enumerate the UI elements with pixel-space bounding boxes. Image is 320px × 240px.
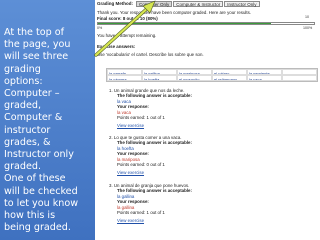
callout-line: graded. [4, 161, 42, 173]
callout-line: will see three [4, 51, 69, 63]
exercise-instruction: Use 'vocabulario' el cartel. Describe lo… [97, 52, 204, 57]
grading-option-instructor-only[interactable]: Instructor Only [224, 1, 260, 7]
score-scale-max-count: 10 [305, 15, 309, 19]
callout-line: the page, you [4, 39, 71, 51]
vocabulary-cell [282, 75, 317, 81]
callout-line: grades, & [4, 136, 51, 148]
grading-option-computer-only[interactable]: Computer Only [136, 1, 173, 7]
question-2: 2. Lo que te gusta comer a una vaca. The… [109, 135, 192, 176]
callout-line: grading [4, 63, 41, 75]
callout-line: graded, [4, 100, 42, 112]
attempts-remaining: You have 1 attempt remaining. [97, 33, 157, 38]
vocabulary-cell: el mosquito [177, 75, 212, 81]
callout-line: At the top of [4, 27, 65, 38]
view-exercise-link[interactable]: View exercise [109, 170, 192, 175]
vocabulary-cell: la cámara [107, 75, 142, 81]
final-score: Final score: 8 out of 10 (80%) [97, 16, 158, 21]
callout-line: Computer – [4, 88, 60, 100]
score-scale-max: 100% [303, 26, 313, 30]
answer-box: The following answer is acceptable: la v… [109, 93, 192, 120]
vocabulary-cell: la hoefta [142, 75, 177, 81]
points-earned: Points earned: 1 out of 1 [117, 115, 165, 121]
callout-line: options: [4, 75, 43, 87]
callout-line: how this is [4, 210, 56, 222]
results-screenshot: Grading Method: Computer Only Computer &… [95, 0, 320, 240]
vocabulary-cell: la vaca [247, 75, 282, 81]
callout-text: At the top of the page, you will see thr… [4, 27, 94, 234]
callout-panel: At the top of the page, you will see thr… [0, 0, 95, 240]
exercise-heading: Exercise answers: [97, 44, 136, 49]
vocabulary-cell: el relámpago [212, 75, 247, 81]
view-exercise-link[interactable]: View exercise [109, 123, 192, 128]
answer-box: The following answer is acceptable: la h… [109, 140, 192, 167]
vocabulary-table: la garrafa la gallina la mariposa el páj… [106, 68, 318, 82]
grading-method-bar: Grading Method: Computer Only Computer &… [95, 0, 320, 8]
callout-line: to let you know [4, 197, 79, 209]
callout-line: will be checked [4, 185, 78, 197]
view-exercise-link[interactable]: View exercise [109, 218, 192, 223]
callout-line: Computer & [4, 112, 63, 124]
points-earned: Points earned: 0 out of 1 [117, 162, 165, 168]
score-progress-bar [97, 22, 315, 25]
grading-option-computer-instructor[interactable]: Computer & Instructor [173, 1, 224, 7]
callout-line: instructor [4, 124, 51, 136]
callout-line: being graded. [4, 222, 71, 234]
question-3: 3. Un animal de granja que pone huevos. … [109, 183, 192, 224]
results-message: Thank you. Your responses have been comp… [97, 10, 252, 15]
score-scale-min: 0% [97, 26, 103, 30]
callout-line: Instructor only [4, 149, 74, 161]
grading-options: Computer Only Computer & Instructor Inst… [136, 1, 260, 7]
answer-box: The following answer is acceptable: la g… [109, 188, 192, 215]
callout-line: One of these [4, 173, 66, 185]
grading-method-label: Grading Method: [97, 1, 133, 7]
score-progress-fill [98, 23, 271, 24]
points-earned: Points earned: 1 out of 1 [117, 210, 165, 216]
question-1: 1. Un animal grande que nos da leche. Th… [109, 88, 192, 129]
